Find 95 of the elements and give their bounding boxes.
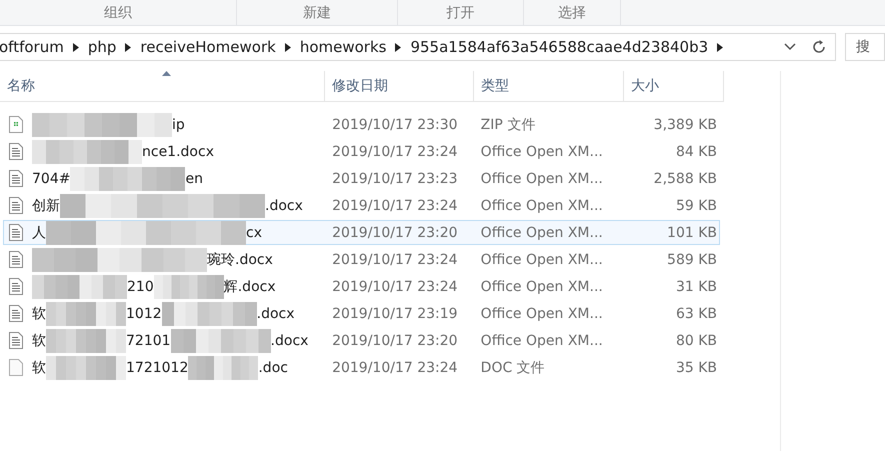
document-file-icon: [9, 197, 23, 214]
file-name-fragment: .docx: [256, 306, 295, 322]
file-row[interactable]: 创新 .docx 2019/10/17 23:24 Office Open XM... 59 KB: [3, 193, 720, 218]
refresh-icon[interactable]: [811, 39, 827, 55]
dropdown-chevron-icon[interactable]: [784, 43, 796, 51]
file-size: 589 KB: [666, 250, 718, 270]
file-type: Office Open XM...: [480, 304, 604, 324]
breadcrumb-item[interactable]: oftforum: [0, 38, 64, 56]
file-type: Office Open XM...: [480, 278, 604, 296]
file-name-fragment: .doc: [258, 360, 288, 376]
document-file-icon: [9, 305, 23, 322]
column-header[interactable]: 大小: [624, 71, 724, 101]
file-name-fragment: 1012: [126, 306, 162, 322]
file-name-fragment: .docx: [265, 198, 303, 214]
chevron-right-icon[interactable]: [72, 42, 79, 52]
chevron-right-icon[interactable]: [125, 42, 132, 52]
pixelated-block: [154, 274, 224, 298]
ribbon-tab[interactable]: 组织: [0, 0, 237, 25]
file-name-fragment: 软: [32, 304, 46, 322]
modified-date: 2019/10/17 23:24: [331, 278, 459, 296]
zip-file-icon: [9, 116, 23, 133]
breadcrumb-item[interactable]: receiveHomework: [140, 38, 276, 56]
file-row[interactable]: 软 72101 .docx 2019/10/17 23:20 Office Open XM... 80 KB: [3, 328, 720, 353]
file-name-fragment: .docx: [270, 332, 308, 348]
address-bar[interactable]: oftforum php receiveHomework homeworks 955a1584af63a546588caae4d23840b3: [0, 33, 836, 61]
modified-date: 2019/10/17 23:30: [331, 116, 459, 134]
file-name-fragment: 人: [32, 224, 46, 242]
breadcrumb-item[interactable]: 955a1584af63a546588caae4d23840b3: [410, 38, 708, 56]
breadcrumb-item[interactable]: php: [88, 38, 116, 56]
ribbon-tab[interactable]: 打开: [398, 0, 524, 25]
file-name-fragment: 琬玲.docx: [207, 250, 273, 268]
file-name-fragment: 210: [127, 278, 154, 294]
modified-date: 2019/10/17 23:24: [331, 250, 459, 270]
file-row[interactable]: 琬玲.docx 2019/10/17 23:24 Office Open XM... 589 KB: [3, 247, 720, 272]
file-row[interactable]: 210 辉.docx 2019/10/17 23:24 Office Open XM... 31 KB: [3, 274, 720, 299]
modified-date: 2019/10/17 23:24: [331, 196, 459, 216]
blank-file-icon: [9, 359, 23, 376]
file-size: 84 KB: [674, 142, 718, 162]
document-file-icon: [9, 224, 23, 241]
file-type: Office Open XM...: [480, 142, 604, 162]
file-type: Office Open XM...: [480, 196, 604, 216]
file-size: 80 KB: [674, 332, 718, 350]
file-type: Office Open XM...: [480, 332, 604, 350]
document-file-icon: [9, 251, 23, 268]
file-size: 2,588 KB: [652, 170, 718, 188]
file-row[interactable]: 软 1012 .docx 2019/10/17 23:19 Office Open XM... 63 KB: [3, 301, 720, 326]
breadcrumb-item[interactable]: homeworks: [300, 38, 386, 56]
chevron-right-icon[interactable]: [717, 42, 724, 52]
file-size: 63 KB: [674, 304, 718, 324]
file-size: 3,389 KB: [652, 116, 718, 134]
file-row-hovered[interactable]: 人 cx 2019/10/17 23:20 Office Open XM... 101 KB: [3, 220, 720, 245]
modified-date: 2019/10/17 23:20: [331, 224, 459, 242]
file-row[interactable]: nce1.docx 2019/10/17 23:24 Office Open XM... 84 KB: [3, 139, 720, 164]
column-header[interactable]: 类型: [474, 71, 624, 101]
ribbon-tab[interactable]: 新建: [237, 0, 398, 25]
modified-date: 2019/10/17 23:24: [331, 142, 459, 162]
file-size: 101 KB: [666, 224, 718, 242]
file-size: 59 KB: [674, 196, 718, 216]
file-name-fragment: 软: [32, 358, 46, 376]
file-type: Office Open XM...: [480, 170, 604, 188]
file-name-fragment: 辉.docx: [224, 278, 276, 296]
document-file-icon: [9, 278, 23, 295]
column-header[interactable]: 名称: [0, 71, 325, 101]
file-row[interactable]: 704# en 2019/10/17 23:23 Office Open XM... 2,588 KB: [3, 166, 720, 191]
ribbon-tab[interactable]: 选择: [524, 0, 621, 25]
sort-up-icon: [162, 71, 171, 76]
file-type: Office Open XM...: [480, 250, 604, 270]
document-file-icon: [9, 170, 23, 187]
file-name-fragment: 72101: [126, 332, 171, 348]
column-header[interactable]: 修改日期: [325, 71, 474, 101]
document-file-icon: [9, 332, 23, 349]
file-name-fragment: 1721012: [126, 360, 188, 376]
file-name-fragment: cx: [246, 224, 262, 240]
file-type: Office Open XM...: [480, 224, 604, 242]
file-name-fragment: 创新: [32, 196, 60, 214]
modified-date: 2019/10/17 23:19: [331, 304, 459, 324]
file-type: ZIP 文件: [480, 116, 536, 134]
file-name-fragment: ip: [172, 116, 185, 132]
chevron-right-icon[interactable]: [284, 42, 291, 52]
file-name-fragment: 软: [32, 332, 46, 350]
file-name-fragment: 704#: [32, 170, 70, 186]
modified-date: 2019/10/17 23:20: [331, 332, 459, 350]
file-name-fragment: nce1.docx: [142, 144, 214, 160]
file-row[interactable]: 软 1721012 .doc 2019/10/17 23:24 DOC 文件 35 KB: [3, 355, 720, 380]
modified-date: 2019/10/17 23:23: [331, 170, 459, 188]
modified-date: 2019/10/17 23:24: [331, 358, 459, 378]
chevron-right-icon[interactable]: [395, 42, 402, 52]
file-name-fragment: en: [185, 170, 203, 186]
file-size: 31 KB: [674, 278, 718, 296]
file-type: DOC 文件: [480, 358, 546, 378]
file-size: 35 KB: [674, 358, 718, 378]
pixelated-block: [188, 356, 258, 380]
document-file-icon: [9, 143, 23, 160]
file-row[interactable]: ip 2019/10/17 23:30 ZIP 文件 3,389 KB: [3, 112, 720, 137]
search-field[interactable]: 搜: [845, 33, 885, 61]
